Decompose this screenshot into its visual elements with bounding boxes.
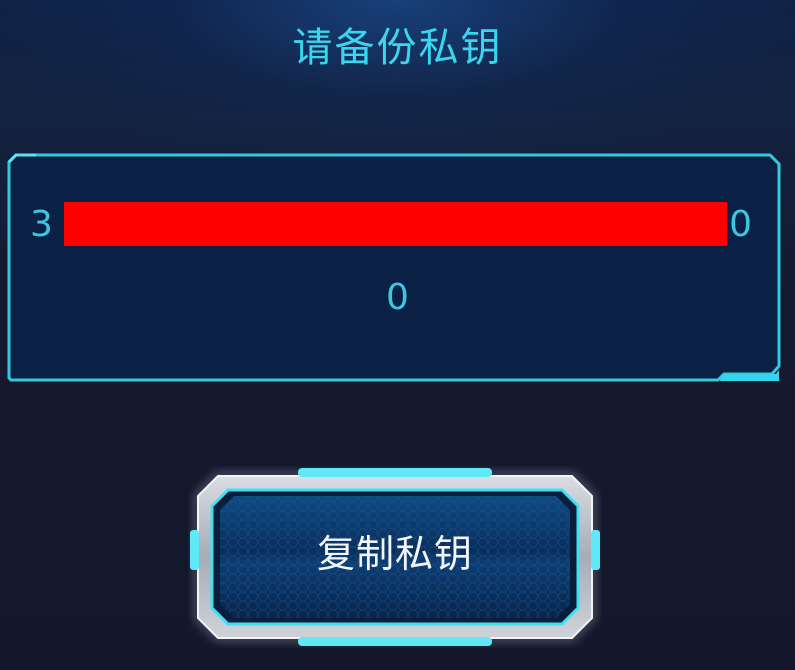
copy-button-label: 复制私钥	[316, 532, 473, 576]
panel-frame	[7, 153, 781, 382]
page-title: 请备份私钥	[292, 25, 503, 71]
copy-private-key-button[interactable]: 复制私钥	[188, 466, 602, 648]
redaction-bar	[64, 202, 727, 246]
private-key-line-2[interactable]: 0	[0, 276, 795, 320]
private-key-panel	[6, 152, 782, 384]
private-key-start: 3	[30, 204, 53, 245]
private-key-line-end: 0	[729, 204, 752, 245]
